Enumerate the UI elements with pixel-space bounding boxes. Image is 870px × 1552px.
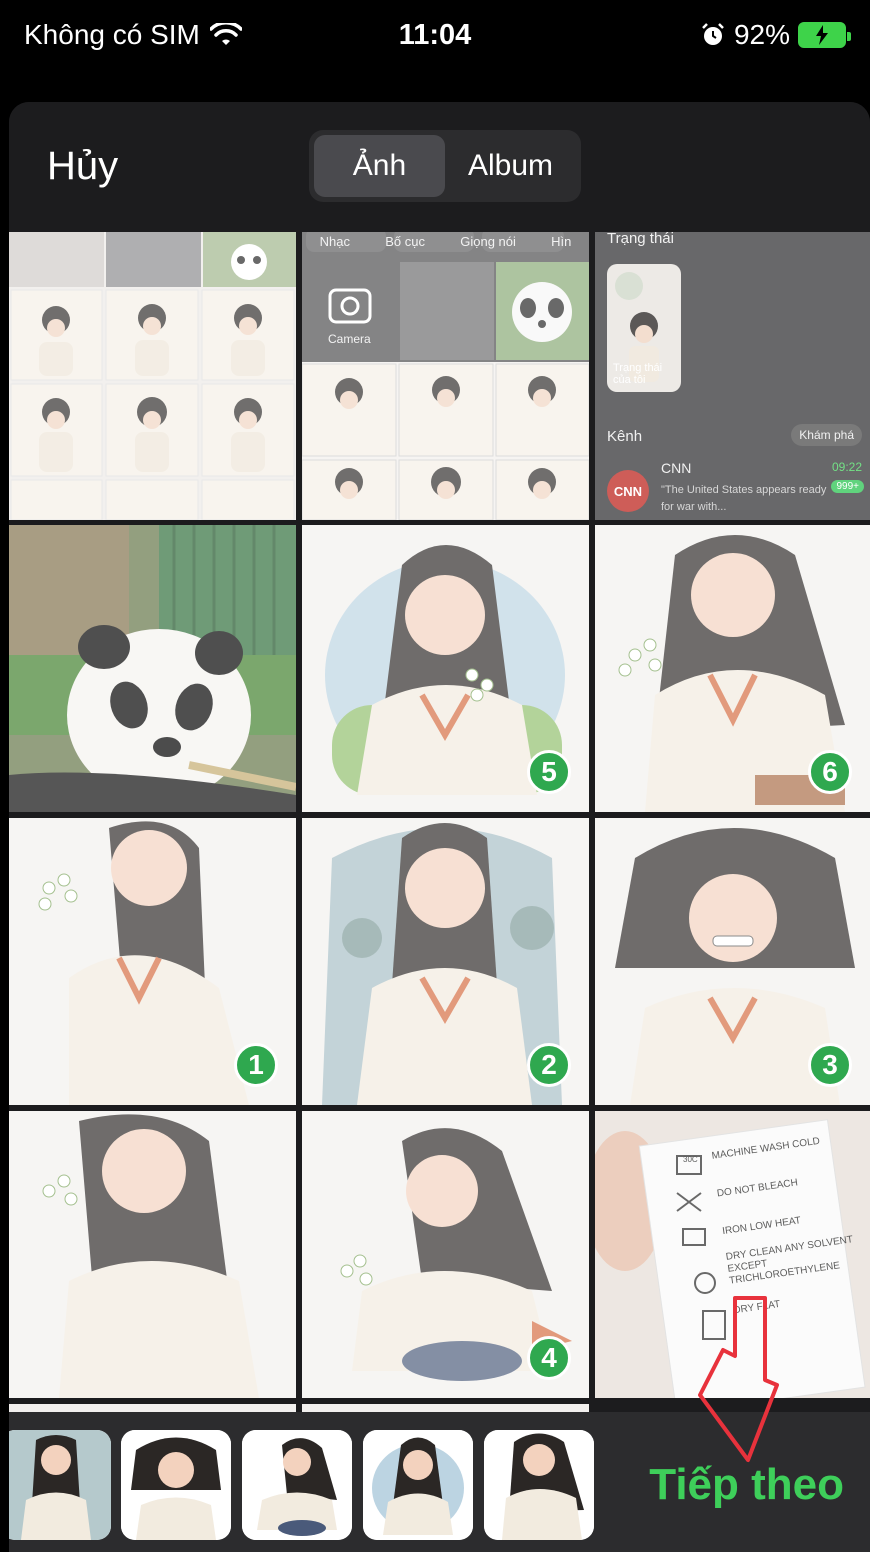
photo-partial[interactable]	[9, 1404, 296, 1412]
tab-albums[interactable]: Album	[445, 135, 576, 197]
sticker-girl-crying[interactable]: 2	[302, 818, 589, 1105]
selected-thumb-surprised[interactable]	[242, 1430, 352, 1540]
source-segmented-control: Ảnh Album	[309, 130, 581, 202]
sticker-girl-laughing-eyes-closed[interactable]	[9, 1111, 296, 1398]
selection-badge-6: 6	[808, 750, 852, 794]
battery-icon	[798, 22, 851, 48]
alarm-icon	[702, 23, 724, 45]
picker-header: Hủy Ảnh Album	[9, 102, 870, 232]
tab-photos[interactable]: Ảnh	[314, 135, 445, 197]
selection-badge-3: 3	[808, 1043, 852, 1087]
status-right: 92%	[700, 19, 851, 51]
photo-picker-sheet: Hủy Ảnh Album Nhạc Bố cục Giọng nói Hìn …	[9, 102, 870, 1552]
app-screenshot-status[interactable]: Trạng thái Trạng thái của tôi Kênh Khám …	[595, 232, 870, 520]
photo-partial[interactable]	[302, 1404, 589, 1412]
cancel-button[interactable]: Hủy	[47, 144, 118, 189]
selection-badge-2: 2	[527, 1043, 571, 1087]
photo-care-label[interactable]: MACHINE WASH COLD DO NOT BLEACH IRON LOW…	[595, 1111, 870, 1398]
wifi-icon	[209, 23, 242, 45]
selected-thumb-smiling[interactable]	[363, 1430, 473, 1540]
photo-grid: Nhạc Bố cục Giọng nói Hìn Camera Trạng t…	[9, 232, 870, 1412]
battery-percent: 92%	[733, 19, 790, 50]
selected-thumb-angry[interactable]	[121, 1430, 231, 1540]
sticker-girl-laughing-profile[interactable]: 1	[9, 818, 296, 1105]
sticker-girl-surprised[interactable]: 4	[302, 1111, 589, 1398]
selection-tray: Tiếp theo	[9, 1412, 870, 1552]
selection-badge-1: 1	[234, 1043, 278, 1087]
sticker-girl-winking[interactable]: 6	[595, 525, 870, 812]
status-bar: Không có SIM 11:04 92%	[0, 0, 870, 70]
selected-thumb-crying[interactable]	[9, 1430, 111, 1540]
selection-badge-4: 4	[527, 1336, 571, 1380]
sticker-girl-smiling-flowers[interactable]: 5	[302, 525, 589, 812]
carrier-label: Không có SIM	[24, 19, 200, 50]
sticker-girl-angry[interactable]: 3	[595, 818, 870, 1105]
app-screenshot-camera[interactable]: Nhạc Bố cục Giọng nói Hìn Camera	[302, 232, 589, 520]
photo-panda[interactable]	[9, 525, 296, 812]
selection-badge-5: 5	[527, 750, 571, 794]
selected-thumb-winking[interactable]	[484, 1430, 594, 1540]
carrier-group: Không có SIM	[24, 19, 242, 51]
photo-collage-screenshot[interactable]	[9, 232, 296, 520]
next-button[interactable]: Tiếp theo	[649, 1460, 844, 1510]
